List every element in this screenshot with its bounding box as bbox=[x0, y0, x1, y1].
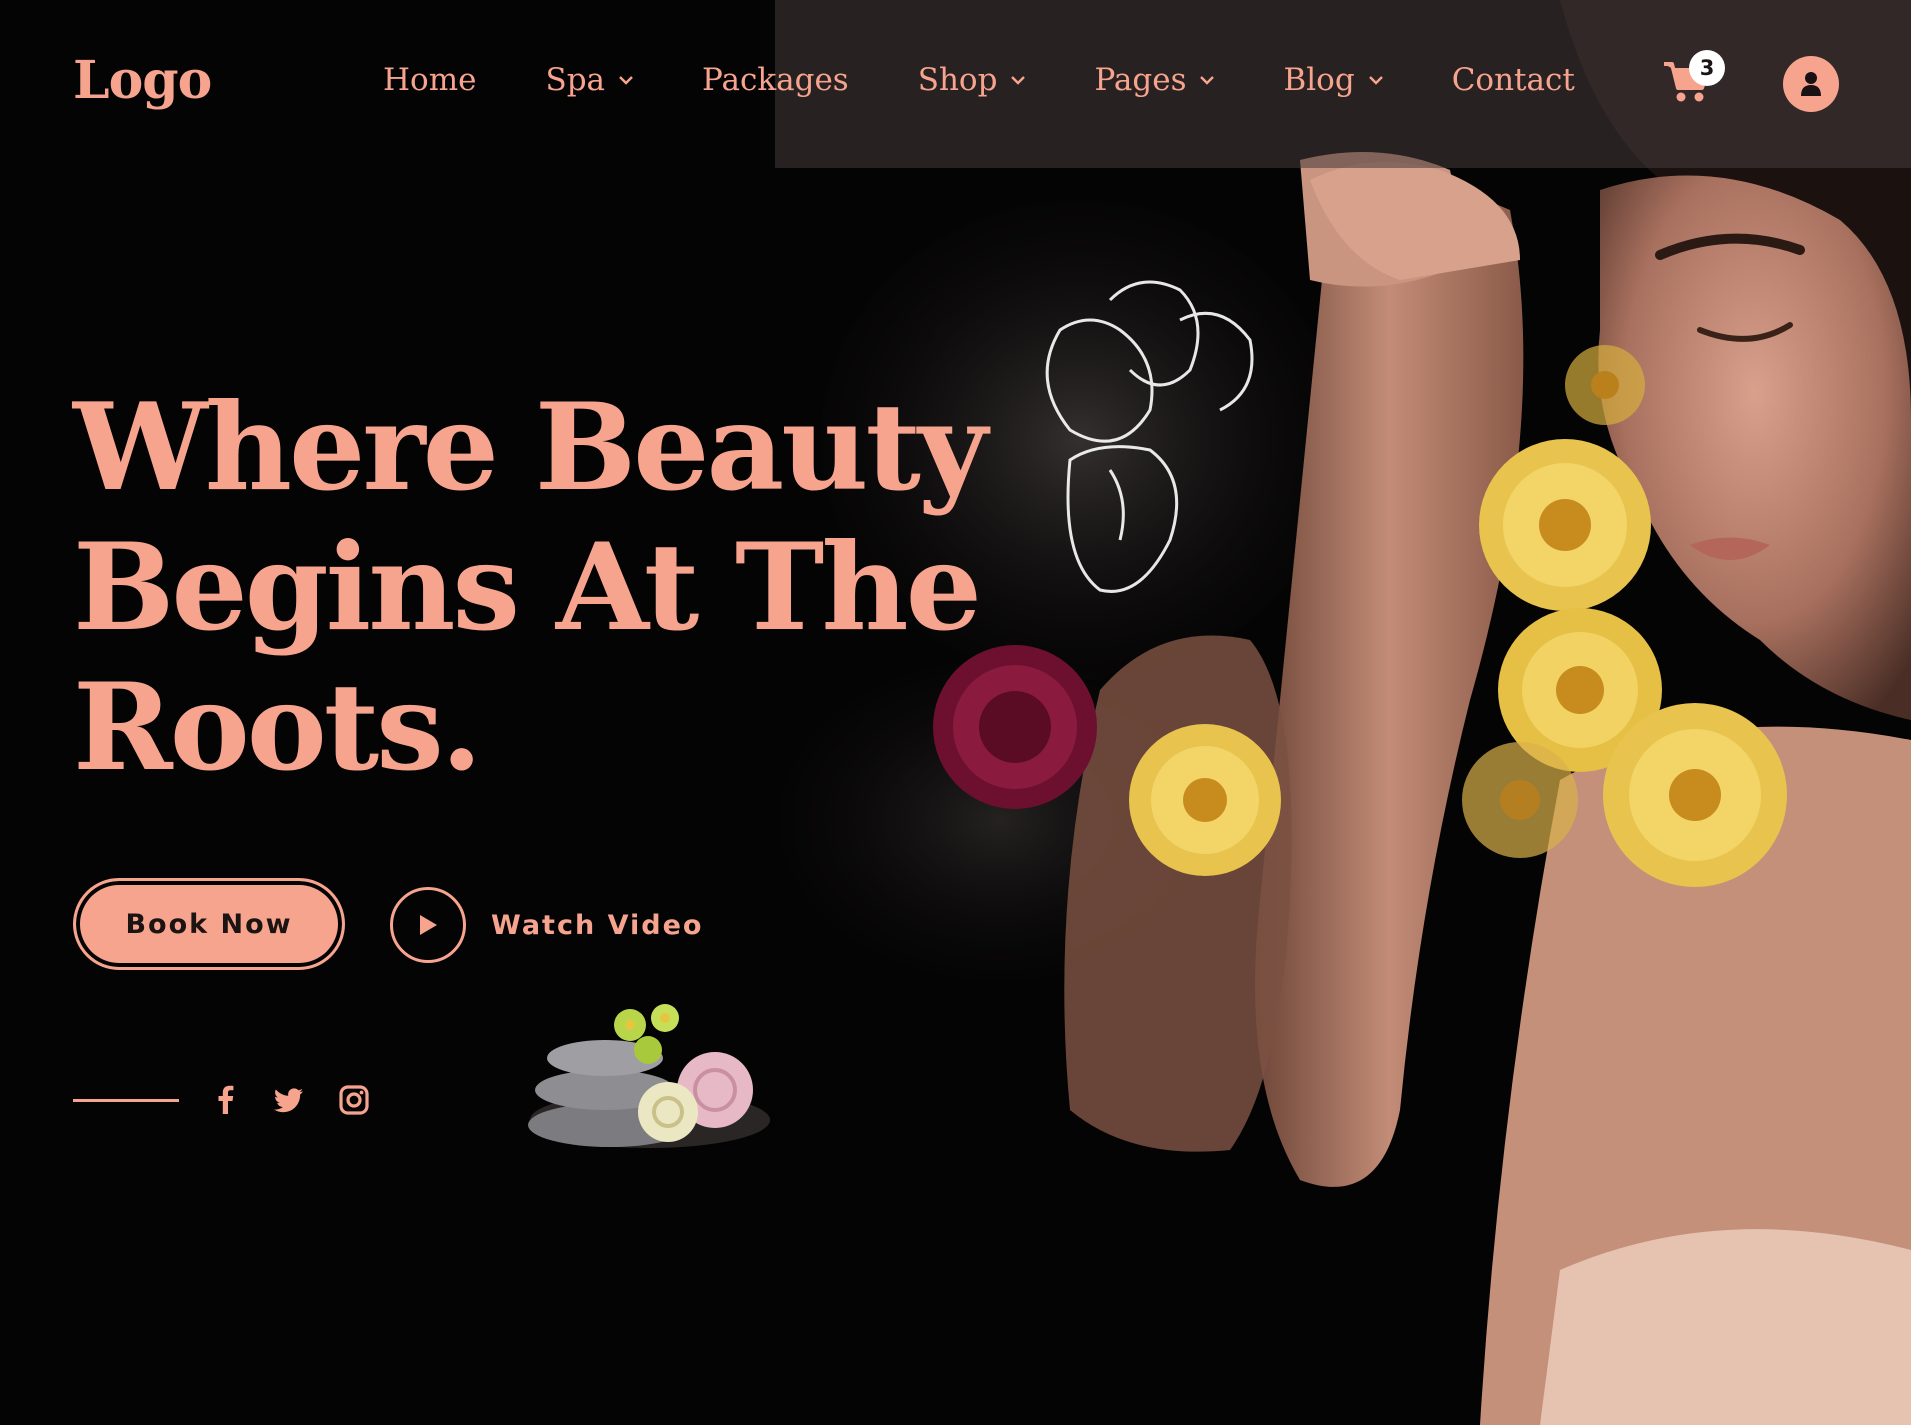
nav-spa-label: Spa bbox=[545, 62, 606, 98]
nav-shop-label: Shop bbox=[917, 62, 998, 98]
hero-headline: Where Beauty Begins At The Roots. bbox=[73, 377, 988, 798]
watch-video-button[interactable]: Watch Video bbox=[390, 886, 703, 964]
chevron-down-icon bbox=[1011, 76, 1026, 85]
watch-video-label: Watch Video bbox=[491, 909, 704, 941]
play-button[interactable] bbox=[390, 887, 466, 963]
site-logo[interactable]: Logo bbox=[73, 50, 212, 111]
nav-contact-label: Contact bbox=[1451, 62, 1575, 98]
spa-landing-page: Logo Home Spa Packages Shop Pages Blog C… bbox=[0, 0, 1911, 1425]
user-account-button[interactable] bbox=[1783, 56, 1839, 112]
cart-count-badge: 3 bbox=[1689, 50, 1725, 86]
nav-pages[interactable]: Pages bbox=[1094, 62, 1215, 98]
nav-packages-label: Packages bbox=[702, 62, 849, 98]
nav-pages-label: Pages bbox=[1094, 62, 1187, 98]
nav-packages[interactable]: Packages bbox=[702, 62, 849, 98]
nav-spa[interactable]: Spa bbox=[545, 62, 633, 98]
hero-headline-line-3: Roots. bbox=[73, 657, 483, 798]
nav-blog-label: Blog bbox=[1283, 62, 1355, 98]
twitter-icon[interactable] bbox=[270, 1082, 306, 1118]
nav-blog[interactable]: Blog bbox=[1283, 62, 1383, 98]
book-now-button[interactable]: Book Now bbox=[73, 878, 345, 970]
social-divider bbox=[73, 1099, 179, 1102]
main-nav: Home Spa Packages Shop Pages Blog Contac… bbox=[383, 62, 1575, 98]
nav-home[interactable]: Home bbox=[383, 62, 476, 98]
chevron-down-icon bbox=[1368, 76, 1383, 85]
play-icon bbox=[420, 915, 437, 935]
chevron-down-icon bbox=[1200, 76, 1215, 85]
facebook-icon[interactable] bbox=[208, 1082, 244, 1118]
hero-headline-line-1: Where Beauty bbox=[73, 377, 988, 518]
instagram-icon[interactable] bbox=[336, 1082, 372, 1118]
hero-headline-line-2: Begins At The bbox=[73, 517, 982, 658]
book-now-label: Book Now bbox=[125, 908, 293, 940]
nav-home-label: Home bbox=[383, 62, 477, 98]
nav-contact[interactable]: Contact bbox=[1452, 62, 1575, 98]
user-icon bbox=[1801, 72, 1821, 96]
nav-shop[interactable]: Shop bbox=[918, 62, 1026, 98]
chevron-down-icon bbox=[619, 76, 633, 85]
